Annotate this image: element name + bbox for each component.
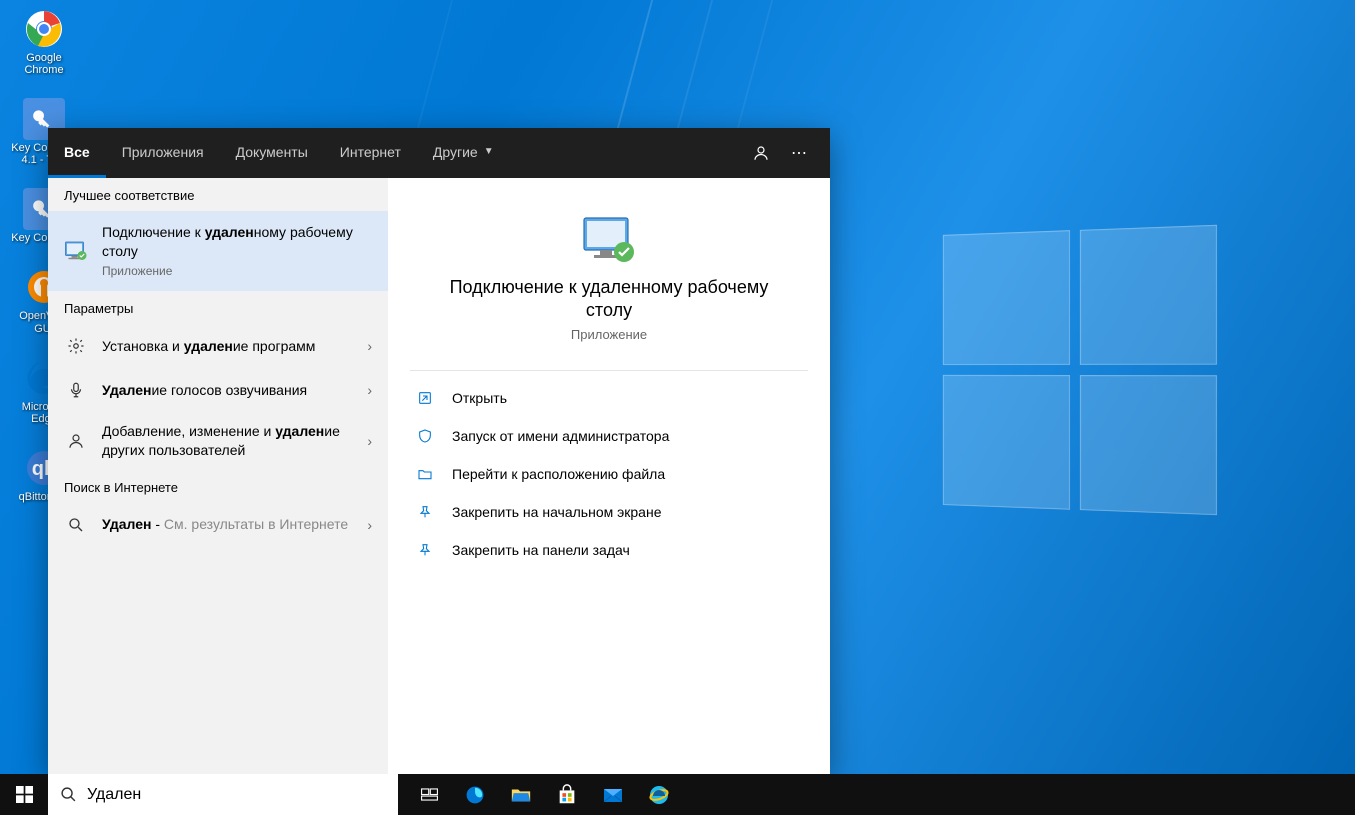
desktop-icon-label: Google Chrome [8, 52, 80, 76]
result-best-match[interactable]: Подключение к удаленному рабочему столу … [48, 211, 388, 291]
start-button[interactable] [0, 774, 48, 815]
result-subtitle: Приложение [102, 263, 372, 279]
chrome-icon [23, 8, 65, 50]
action-run-as-admin[interactable]: Запуск от имени администратора [388, 417, 830, 455]
feedback-icon[interactable] [742, 128, 780, 178]
section-best-match: Лучшее соответствие [48, 178, 388, 211]
result-text: Добавление, изменение и удаление других … [102, 422, 367, 460]
preview-subtitle: Приложение [571, 327, 647, 342]
result-setting-users[interactable]: Добавление, изменение и удаление других … [48, 412, 388, 470]
search-preview-pane: Подключение к удаленному рабочему столу … [388, 178, 830, 774]
microphone-icon [64, 378, 88, 402]
windows-logo-wallpaper [943, 225, 1217, 516]
taskbar-task-view[interactable] [406, 774, 452, 815]
section-settings: Параметры [48, 291, 388, 324]
more-options-icon[interactable]: ⋯ [780, 128, 818, 178]
result-setting-voices[interactable]: Удаление голосов озвучивания › [48, 368, 388, 412]
preview-actions: Открыть Запуск от имени администратора П… [388, 371, 830, 577]
section-web: Поиск в Интернете [48, 470, 388, 503]
ie-icon [647, 783, 671, 807]
pin-icon [416, 541, 434, 559]
chevron-down-icon: ▼ [484, 146, 494, 157]
search-icon [60, 786, 77, 803]
search-icon [64, 513, 88, 537]
search-results-list: Лучшее соответствие Подключение к удален… [48, 178, 388, 774]
action-label: Запуск от имени администратора [452, 428, 669, 444]
result-text: Удаление голосов озвучивания [102, 381, 367, 400]
result-text: Удален - См. результаты в Интернете [102, 515, 367, 534]
edge-icon [463, 783, 487, 807]
user-icon [64, 429, 88, 453]
rdp-icon [64, 239, 88, 263]
preview-title: Подключение к удаленному рабочему столу [388, 264, 830, 327]
folder-icon [510, 784, 532, 806]
chevron-right-icon: › [367, 517, 372, 533]
taskbar-ie[interactable] [636, 774, 682, 815]
store-icon [556, 784, 578, 806]
action-label: Открыть [452, 390, 507, 406]
result-web-search[interactable]: Удален - См. результаты в Интернете › [48, 503, 388, 547]
action-open-location[interactable]: Перейти к расположению файла [388, 455, 830, 493]
tab-web[interactable]: Интернет [324, 128, 417, 178]
chevron-right-icon: › [367, 433, 372, 449]
action-label: Перейти к расположению файла [452, 466, 665, 482]
search-tabs: Все Приложения Документы Интернет Другие… [48, 128, 830, 178]
tab-more-label: Другие [433, 144, 478, 160]
chevron-right-icon: › [367, 382, 372, 398]
taskbar-edge[interactable] [452, 774, 498, 815]
tab-all[interactable]: Все [48, 128, 106, 178]
action-pin-start[interactable]: Закрепить на начальном экране [388, 493, 830, 531]
action-open[interactable]: Открыть [388, 379, 830, 417]
tab-docs[interactable]: Документы [220, 128, 324, 178]
result-title: Подключение к удаленному рабочему столу [102, 223, 372, 261]
gear-icon [64, 334, 88, 358]
search-panel: Все Приложения Документы Интернет Другие… [48, 128, 830, 774]
chevron-right-icon: › [367, 338, 372, 354]
search-input[interactable] [87, 786, 386, 804]
tab-more[interactable]: Другие ▼ [417, 128, 510, 178]
task-view-icon [420, 785, 439, 804]
result-text: Установка и удаление программ [102, 337, 367, 356]
preview-app-icon [580, 214, 638, 264]
pin-icon [416, 503, 434, 521]
result-setting-uninstall[interactable]: Установка и удаление программ › [48, 324, 388, 368]
taskbar-store[interactable] [544, 774, 590, 815]
shield-icon [416, 427, 434, 445]
tab-apps[interactable]: Приложения [106, 128, 220, 178]
mail-icon [601, 783, 625, 807]
taskbar-explorer[interactable] [498, 774, 544, 815]
taskbar-search[interactable] [48, 774, 398, 815]
action-label: Закрепить на панели задач [452, 542, 630, 558]
taskbar-mail[interactable] [590, 774, 636, 815]
taskbar [0, 774, 1355, 815]
windows-icon [16, 786, 33, 803]
desktop-icon-chrome[interactable]: Google Chrome [8, 8, 80, 76]
action-pin-taskbar[interactable]: Закрепить на панели задач [388, 531, 830, 569]
action-label: Закрепить на начальном экране [452, 504, 662, 520]
folder-icon [416, 465, 434, 483]
open-icon [416, 389, 434, 407]
